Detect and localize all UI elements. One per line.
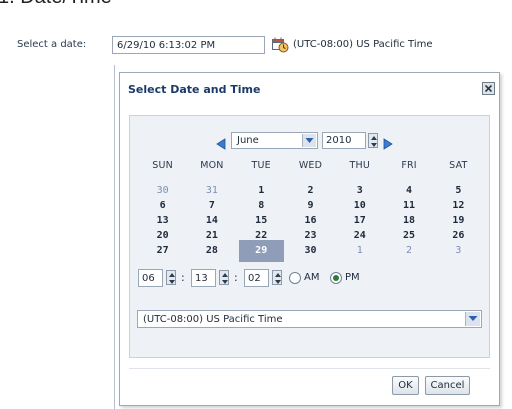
day-cell[interactable]: 5 [434,183,483,198]
date-input[interactable] [112,36,265,54]
day-cell[interactable]: 20 [138,228,187,243]
day-cell[interactable]: 15 [237,213,286,228]
timezone-select[interactable]: (UTC-08:00) US Pacific Time [137,310,482,328]
day-cell[interactable]: 16 [286,213,335,228]
date-field-row: Select a date: (UTC-08:00) US Pacific Ti… [0,36,512,56]
time-row: : : AM PM [130,269,489,289]
month-nav: June [130,132,489,150]
am-label: AM [304,272,320,283]
day-cell[interactable]: 9 [286,198,335,213]
second-spinner[interactable] [272,270,282,285]
day-cell[interactable]: 1 [335,243,384,258]
year-input[interactable] [322,132,366,149]
day-cell[interactable]: 13 [138,213,187,228]
day-cell[interactable]: 14 [187,213,236,228]
day-cell[interactable]: 2 [384,243,433,258]
month-select[interactable]: June [231,132,318,149]
calendar-panel: June SUNMONTUEWEDTHUFRISAT 3031123456789… [129,115,490,358]
date-field-label: Select a date: [17,39,87,50]
ok-button[interactable]: OK [392,376,419,395]
timezone-label: (UTC-08:00) US Pacific Time [293,39,433,50]
hour-spinner[interactable] [166,270,176,285]
day-cell[interactable]: 10 [335,198,384,213]
hour-input[interactable] [138,269,163,287]
day-cell[interactable]: 8 [237,198,286,213]
day-cell[interactable]: 11 [384,198,433,213]
day-cell[interactable]: 26 [434,228,483,243]
day-cell[interactable]: 6 [138,198,187,213]
day-cell[interactable]: 1 [237,183,286,198]
weekday-label: THU [349,160,371,171]
day-cell[interactable]: 24 [335,228,384,243]
chevron-down-icon [465,312,480,326]
day-cell[interactable]: 21 [187,228,236,243]
pm-label: PM [345,272,360,283]
day-cell[interactable]: 27 [138,243,187,258]
weekday-label: FRI [401,160,417,171]
day-grid: 30 31 1 2 3 4 5 6 7 8 9 10 11 12 13 14 15 16 17 18 19 20 21 22 2… [138,183,483,262]
day-cell[interactable]: 3 [335,183,384,198]
month-value: June [237,135,259,146]
day-cell[interactable]: 18 [384,213,433,228]
weekday-label: SUN [152,160,173,171]
day-cell[interactable]: 4 [384,183,433,198]
next-month-icon[interactable] [383,135,393,150]
chevron-down-icon [302,134,316,147]
day-cell[interactable]: 23 [286,228,335,243]
minute-input[interactable] [191,269,216,287]
day-cell[interactable]: 7 [187,198,236,213]
day-cell[interactable]: 2 [286,183,335,198]
calendar-clock-icon[interactable] [272,37,289,53]
timezone-select-value: (UTC-08:00) US Pacific Time [143,314,283,325]
left-divider [114,65,115,409]
close-button[interactable] [482,82,495,95]
minute-spinner[interactable] [219,270,229,285]
pm-radio[interactable] [330,272,342,284]
day-cell[interactable]: 28 [187,243,236,258]
section-heading: 1. Date/Time [0,0,112,9]
date-time-popup: Select Date and Time June 2010 SUN MON T… [119,72,500,406]
prev-month-icon[interactable] [215,135,227,150]
close-icon [484,84,493,93]
day-cell[interactable]: 30 [138,183,187,198]
cancel-button[interactable]: Cancel [425,376,470,395]
day-cell[interactable]: 12 [434,198,483,213]
weekday-label: TUE [251,160,271,171]
day-cell[interactable]: 19 [434,213,483,228]
popup-footer-divider [129,368,490,369]
day-cell[interactable]: 25 [384,228,433,243]
year-spinner[interactable] [368,133,378,148]
popup-title: Select Date and Time [128,83,261,96]
weekday-header: SUN MON TUE WED THU FRI SAT [138,160,483,174]
selected-day-cell[interactable]: 29 [238,240,284,262]
day-cell[interactable]: 31 [187,183,236,198]
day-cell[interactable]: 30 [286,243,335,258]
weekday-label: WED [298,160,323,171]
weekday-label: MON [200,160,224,171]
day-cell[interactable]: 3 [434,243,483,258]
day-cell[interactable]: 17 [335,213,384,228]
second-input[interactable] [244,269,269,287]
weekday-label: SAT [449,160,468,171]
am-radio[interactable] [289,272,301,284]
